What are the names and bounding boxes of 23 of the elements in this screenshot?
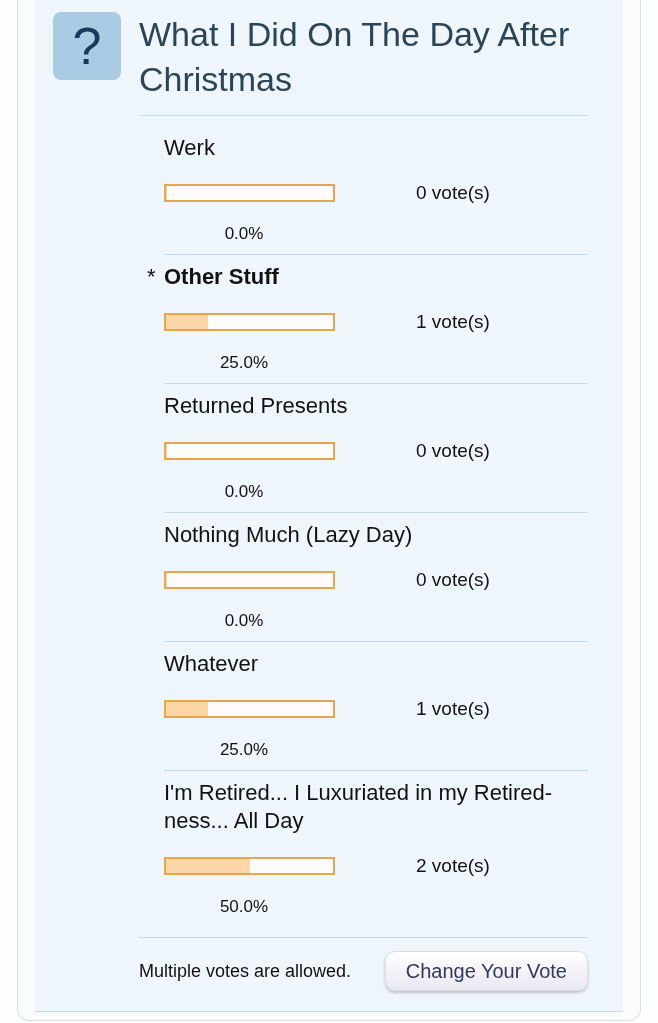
poll-title: What I Did On The Day After Christmas bbox=[139, 14, 571, 100]
option-label: Nothing Much (Lazy Day) bbox=[164, 521, 413, 549]
vote-count: 0 vote(s) bbox=[416, 181, 490, 205]
option-label: I'm Retired... I Luxuriated in my Retired-ness... All Day bbox=[164, 779, 554, 835]
multiple-votes-note: Multiple votes are allowed. bbox=[139, 960, 352, 983]
question-icon: ? bbox=[53, 12, 121, 80]
option-label: Returned Presents bbox=[164, 392, 348, 420]
option-label: Other Stuff bbox=[164, 263, 279, 291]
vote-percent: 25.0% bbox=[219, 352, 269, 374]
vote-count: 0 vote(s) bbox=[416, 568, 490, 592]
vote-percent: 0.0% bbox=[224, 610, 264, 632]
vote-count: 0 vote(s) bbox=[416, 439, 490, 463]
vote-percent: 25.0% bbox=[219, 739, 269, 761]
option-label: Werk bbox=[164, 134, 215, 162]
vote-count: 1 vote(s) bbox=[416, 697, 490, 721]
vote-count: 2 vote(s) bbox=[416, 854, 490, 878]
selection-mark: * bbox=[147, 263, 157, 291]
vote-percent: 0.0% bbox=[224, 223, 264, 245]
vote-count: 1 vote(s) bbox=[416, 310, 490, 334]
option-label: Whatever bbox=[164, 650, 259, 678]
vote-percent: 50.0% bbox=[219, 896, 269, 918]
vote-percent: 0.0% bbox=[224, 481, 264, 503]
change-vote-button[interactable]: Change Your Vote bbox=[384, 951, 588, 991]
